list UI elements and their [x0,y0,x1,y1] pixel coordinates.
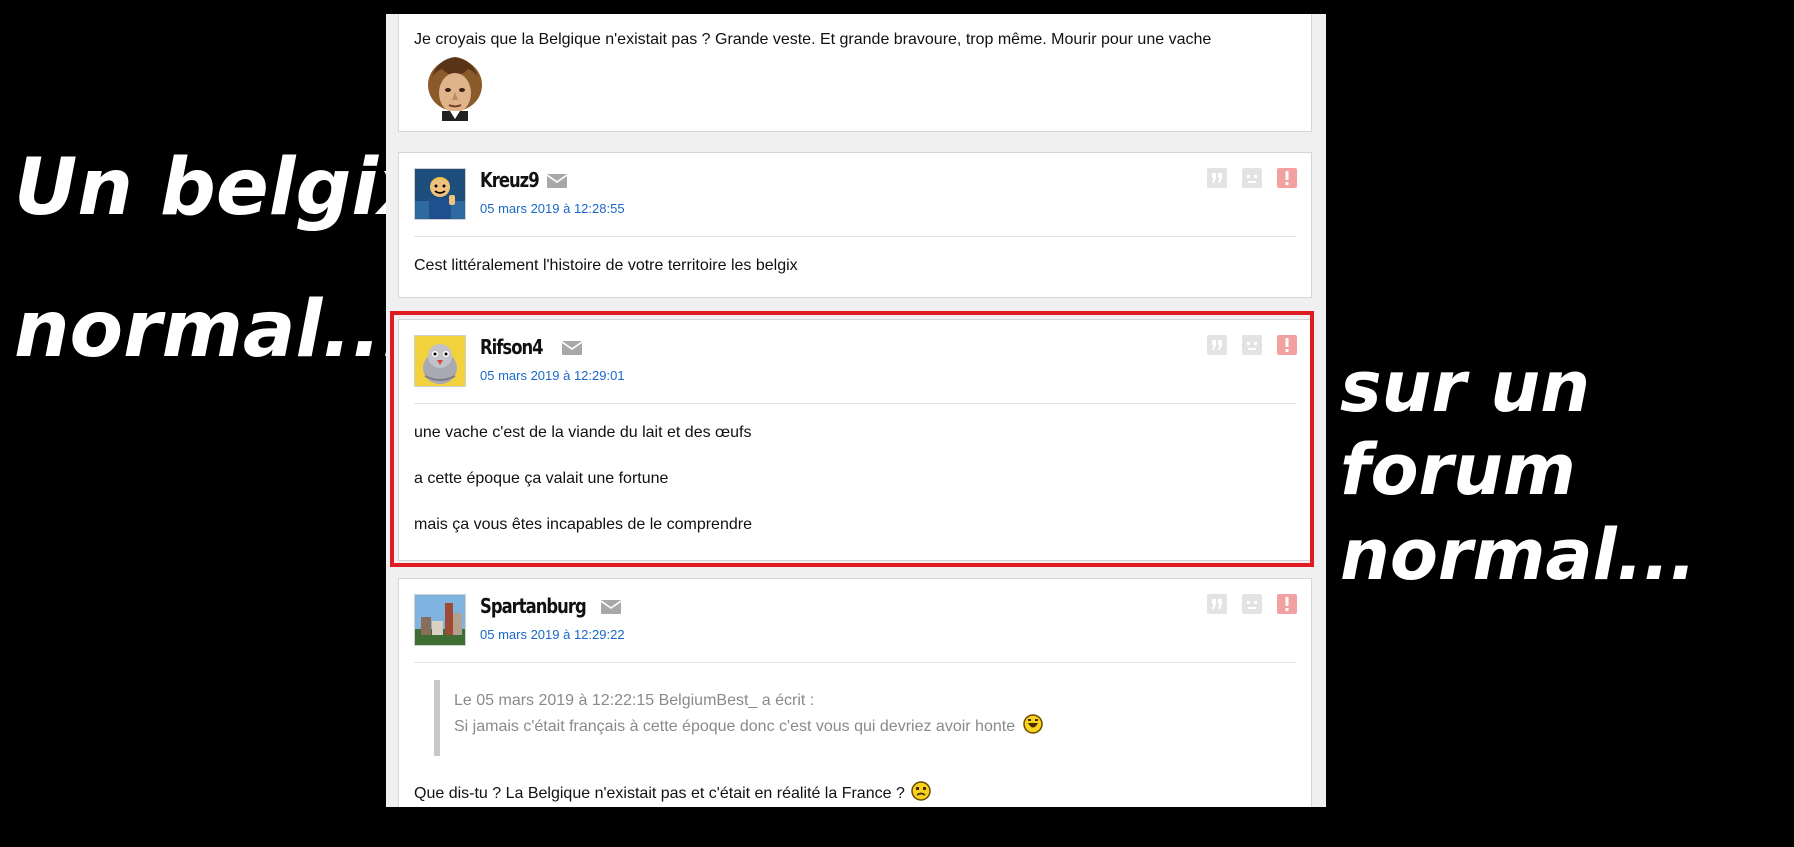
post-divider [414,236,1296,237]
post-divider [414,662,1296,663]
author-name[interactable]: Spartanburg [480,594,587,618]
caption-right-line3: normal... [1340,514,1697,596]
quote-line: Si jamais c'était français à cette époqu… [454,714,1043,743]
mail-icon[interactable] [546,174,568,188]
post-actions [1207,335,1297,355]
post-date[interactable]: 05 mars 2019 à 12:28:55 [480,201,625,216]
forum-post: Kreuz9 05 mars 2019 à 12:28:55 Cest litt… [398,152,1312,298]
quote-block: Le 05 mars 2019 à 12:22:15 BelgiumBest_ … [434,680,1043,756]
avatar[interactable] [414,335,466,387]
report-icon[interactable] [1277,594,1297,614]
quote-icon[interactable] [1207,168,1227,188]
report-icon[interactable] [1277,335,1297,355]
caption-left-line1: Un belgix [14,143,429,233]
quote-header: Le 05 mars 2019 à 12:22:15 BelgiumBest_ … [454,692,815,709]
post-actions [1207,168,1297,188]
mail-icon[interactable] [600,600,622,614]
author-name[interactable]: Rifson4 [480,335,544,359]
post-text-line: Que dis-tu ? La Belgique n'existait pas … [414,781,932,806]
forum-post: Spartanburg 05 mars 2019 à 12:29:22 Le 0… [398,578,1312,807]
sad-icon[interactable] [1242,594,1262,614]
quote-icon[interactable] [1207,335,1227,355]
smiley-sticker [424,55,486,123]
laughing-smiley-icon [1022,714,1043,743]
sad-icon[interactable] [1242,168,1262,188]
post-text: Je croyais que la Belgique n'existait pa… [414,31,1212,48]
post-date[interactable]: 05 mars 2019 à 12:29:01 [480,368,625,383]
post-date[interactable]: 05 mars 2019 à 12:29:22 [480,627,625,642]
post-text: Que dis-tu ? La Belgique n'existait pas … [414,785,905,802]
quote-text: Si jamais c'était français à cette époqu… [454,718,1016,735]
questioning-smiley-icon [911,781,932,806]
avatar[interactable] [414,168,466,220]
forum-post: Rifson4 05 mars 2019 à 12:29:01 une vach… [398,319,1312,561]
post-divider [414,403,1296,404]
mail-icon[interactable] [561,341,583,355]
forum-post: Je croyais que la Belgique n'existait pa… [398,14,1312,132]
sad-icon[interactable] [1242,335,1262,355]
post-line: une vache c'est de la viande du lait et … [414,424,752,441]
quote-icon[interactable] [1207,594,1227,614]
author-name[interactable]: Kreuz9 [480,168,540,192]
caption-right-line2: forum [1340,429,1576,511]
avatar[interactable] [414,594,466,646]
post-line: mais ça vous êtes incapables de le compr… [414,516,752,533]
post-line: a cette époque ça valait une fortune [414,470,669,487]
forum-screenshot: Je croyais que la Belgique n'existait pa… [386,14,1326,807]
caption-left-line2: normal... [14,285,412,375]
report-icon[interactable] [1277,168,1297,188]
caption-right-line1: sur un [1340,346,1591,428]
post-text: Cest littéralement l'histoire de votre t… [414,257,798,274]
post-actions [1207,594,1297,614]
